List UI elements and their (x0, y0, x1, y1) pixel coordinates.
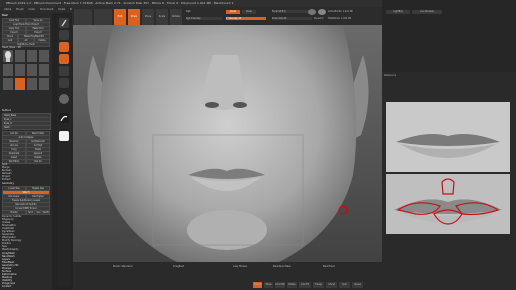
simple-brush-thumbnail[interactable] (15, 64, 25, 76)
texture-slot[interactable] (59, 54, 69, 64)
alpha-slot[interactable] (59, 42, 69, 52)
right-top-panel: LightBox Live Boolean (382, 0, 516, 72)
current-tool-name: Head_Base : 48 (2, 46, 21, 49)
bottom-shelf: Brush: Standard DragRect Lazy Mouse Back… (73, 262, 382, 290)
move-mode-button[interactable]: Move (142, 9, 154, 25)
head-small-thumbnail[interactable] (3, 64, 13, 76)
lazy-mouse-toggle[interactable]: Lazy Mouse (233, 265, 247, 268)
live-boolean-button[interactable]: Live Boolean (412, 10, 442, 14)
active-tool-thumbnail[interactable] (15, 78, 25, 90)
projection-master-button[interactable] (74, 9, 92, 25)
stroke-slot[interactable] (59, 30, 69, 40)
zsub-button[interactable]: Zsub (242, 10, 256, 14)
color-swatch[interactable] (59, 131, 69, 141)
canvas-viewport[interactable] (73, 25, 382, 285)
stroke-icon (60, 115, 68, 122)
material-slot[interactable] (59, 66, 69, 76)
reuv-toggle[interactable]: ReUV (42, 210, 50, 215)
polymesh-thumbnail[interactable] (39, 50, 49, 62)
active-points-readout: ActivePoints: 1.041 Mil (328, 10, 353, 13)
title-text: ZBrush 2019.1.2 · ZBrush Document · Free… (6, 1, 234, 5)
scale-mode-button[interactable]: Scale (156, 9, 168, 25)
transp-button[interactable]: Transp (313, 282, 324, 288)
extract-section[interactable]: Extract (2, 178, 11, 181)
meshintegrity-section[interactable]: MeshIntegrity (2, 248, 18, 251)
cube-thumbnail[interactable] (39, 64, 49, 76)
backface-mask-toggle[interactable]: Backface Mask (273, 265, 291, 268)
reference-lips-image (386, 102, 510, 234)
stroke-readout: DragRect (173, 265, 185, 268)
reference-label: Reference (384, 74, 397, 77)
zoom3d-button[interactable]: Zoom3D (275, 282, 285, 288)
contact-header[interactable]: Contact (2, 285, 11, 288)
rotate-view-button[interactable]: Rotate (287, 282, 297, 288)
star-thumbnail[interactable] (27, 64, 37, 76)
lightbox-slot[interactable] (59, 78, 69, 88)
line-fill-button[interactable]: Line Fill (299, 282, 311, 288)
rgb-toggle[interactable]: Rgb (186, 10, 191, 13)
head-icon (5, 51, 11, 62)
draw-size-slider[interactable]: Draw Size 64 (272, 17, 312, 20)
subtool-item-teeth[interactable]: Teeth (2, 125, 51, 130)
dynamic-toggle[interactable]: Dynamic (314, 17, 324, 20)
z-intensity-slider[interactable]: Z Intensity 25 (226, 17, 266, 20)
cylinder-thumbnail[interactable] (27, 50, 37, 62)
tool-palette-title: Tool (2, 14, 8, 17)
ghost-button[interactable]: Ghost (326, 282, 337, 288)
solo-button[interactable]: Solo (339, 282, 350, 288)
focal-shift-slider[interactable]: Focal Shift 0 (272, 10, 312, 13)
edit-mode-button[interactable]: Edit (114, 9, 126, 25)
backtrack-toggle[interactable]: BackTrack (323, 265, 335, 268)
tool-palette: Tool Load Tool Save As Load Tools From P… (0, 13, 52, 290)
head-sculpt (73, 25, 382, 285)
brush-slot[interactable] (59, 18, 69, 28)
menu-draw[interactable]: Draw (58, 7, 65, 13)
material-sphere-icon[interactable] (59, 94, 69, 104)
rgb-intensity-slider[interactable]: Rgb Intensity (186, 17, 222, 20)
lightbox-button[interactable]: LightBox (386, 10, 410, 14)
ztube-thumbnail[interactable] (3, 78, 13, 90)
material-sphere-1[interactable] (308, 9, 316, 15)
sphere3d-thumbnail[interactable] (27, 78, 37, 90)
move-view-button[interactable]: Move (264, 282, 273, 288)
xpose-button[interactable]: Xpose (352, 282, 363, 288)
lightbox-icon-button[interactable] (94, 9, 112, 25)
brush-icon (61, 19, 67, 27)
zadd-button[interactable]: Zadd (226, 10, 240, 14)
stroke-preview[interactable] (59, 113, 69, 123)
left-shelf (57, 15, 71, 285)
del-all-button[interactable]: Del All (26, 159, 50, 164)
draw-mode-button[interactable]: Draw (128, 9, 140, 25)
brush-readout: Brush: Standard (113, 265, 133, 268)
plane3d-thumbnail[interactable] (39, 78, 49, 90)
sphere-thumbnail[interactable] (15, 50, 25, 62)
material-sphere-2[interactable] (318, 9, 326, 15)
rotate-mode-button[interactable]: Rotate (170, 9, 182, 25)
geometry-header[interactable]: Geometry (2, 182, 14, 185)
frame-button[interactable]: Frame (253, 282, 262, 288)
subtool-header[interactable]: Subtool (2, 109, 11, 112)
reference-panel: Reference (382, 72, 516, 290)
total-points-readout: TotalPoints: 1.041 Mil (328, 17, 352, 20)
head-thumbnail[interactable] (3, 50, 13, 62)
